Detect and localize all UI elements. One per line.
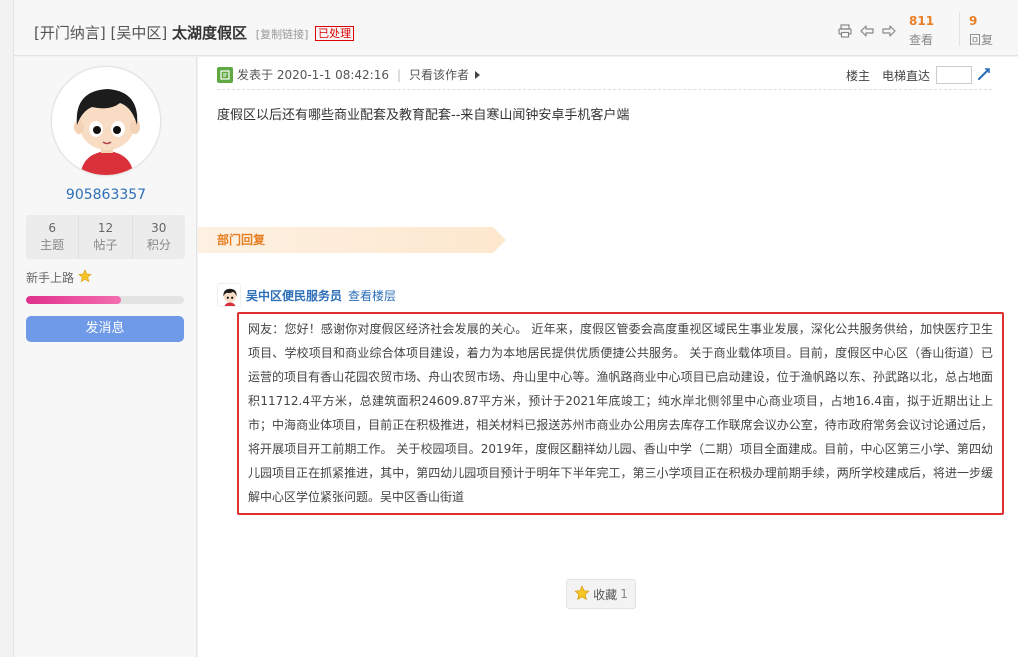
meta-divider (217, 89, 992, 90)
header-divider (959, 12, 960, 46)
floor-jump-input[interactable] (936, 66, 973, 84)
user-level-label[interactable]: 新手上路 (26, 269, 74, 286)
avatar[interactable] (51, 66, 161, 176)
star-icon (78, 269, 92, 286)
floor-nav: 楼主 电梯直达 (846, 66, 991, 84)
replier-avatar[interactable] (217, 283, 241, 307)
meta-separator: | (397, 67, 402, 82)
jump-icon[interactable] (977, 67, 991, 84)
send-message-button[interactable]: 发消息 (26, 316, 184, 342)
floor-owner-label: 楼主 (846, 68, 871, 83)
post-content: 度假区以后还有哪些商业配套及教育配套--来自寒山闻钟安卓手机客户端 (217, 108, 630, 123)
stat-topics[interactable]: 6 主题 (26, 215, 78, 259)
elevator-label: 电梯直达 (882, 68, 931, 83)
view-count-label: 查看 (909, 33, 934, 47)
view-count: 811 查看 (909, 14, 934, 52)
favorite-button[interactable]: 收藏 1 (566, 579, 636, 609)
thread-title: [开门纳言] [吴中区] 太湖度假区 [复制链接] 已处理 (34, 22, 355, 43)
author-only-link[interactable]: 只看该作者 (409, 66, 469, 83)
play-arrow-icon[interactable] (475, 70, 481, 79)
thread-header: [开门纳言] [吴中区] 太湖度假区 [复制链接] 已处理 811 查看 9 回… (13, 0, 1018, 56)
replier-name[interactable]: 吴中区便民服务员 (246, 287, 342, 304)
next-arrow-icon[interactable] (881, 24, 897, 38)
copy-link[interactable]: [复制链接] (256, 28, 309, 41)
level-progress-fill (26, 296, 121, 304)
star-icon (574, 584, 590, 604)
post-area: 发表于 2020-1-1 08:42:16 | 只看该作者 楼主 电梯直达 度假… (198, 57, 1018, 657)
favorite-count: 1 (620, 587, 628, 601)
reply-count: 9 回复 (969, 14, 993, 52)
official-reply-box: 网友：您好！感谢你对度假区经济社会发展的关心。 近年来，度假区管委会高度重视区域… (237, 312, 1004, 515)
post-meta: 发表于 2020-1-1 08:42:16 | 只看该作者 (217, 66, 481, 83)
stat-points[interactable]: 30 积分 (133, 215, 185, 259)
reply-header: 吴中区便民服务员 查看楼层 (217, 283, 396, 307)
author-stats: 6 主题 12 帖子 30 积分 (26, 215, 185, 259)
header-actions (837, 24, 897, 38)
post-date: 发表于 2020-1-1 08:42:16 (237, 68, 389, 82)
author-username[interactable]: 905863357 (14, 187, 198, 203)
reply-count-number: 9 (969, 14, 978, 28)
view-count-number: 811 (909, 14, 935, 28)
thread-title-text: 太湖度假区 (172, 24, 248, 42)
user-level: 新手上路 (26, 269, 92, 286)
district-tag[interactable]: [吴中区] (111, 24, 168, 42)
print-icon[interactable] (837, 24, 853, 38)
stat-posts[interactable]: 12 帖子 (78, 215, 133, 259)
department-reply-banner: 部门回复 (198, 227, 506, 253)
post-icon (217, 66, 233, 83)
status-badge: 已处理 (315, 26, 355, 41)
author-sidebar: 905863357 6 主题 12 帖子 30 积分 新手上路 发消息 (13, 57, 197, 657)
prev-arrow-icon[interactable] (859, 24, 875, 38)
forum-tag[interactable]: [开门纳言] (34, 24, 106, 42)
view-floor-link[interactable]: 查看楼层 (348, 287, 396, 304)
level-progress-bar (26, 296, 184, 304)
official-reply-text: 网友：您好！感谢你对度假区经济社会发展的关心。 近年来，度假区管委会高度重视区域… (248, 322, 993, 504)
favorite-label: 收藏 (593, 587, 618, 602)
reply-count-label: 回复 (969, 33, 994, 47)
